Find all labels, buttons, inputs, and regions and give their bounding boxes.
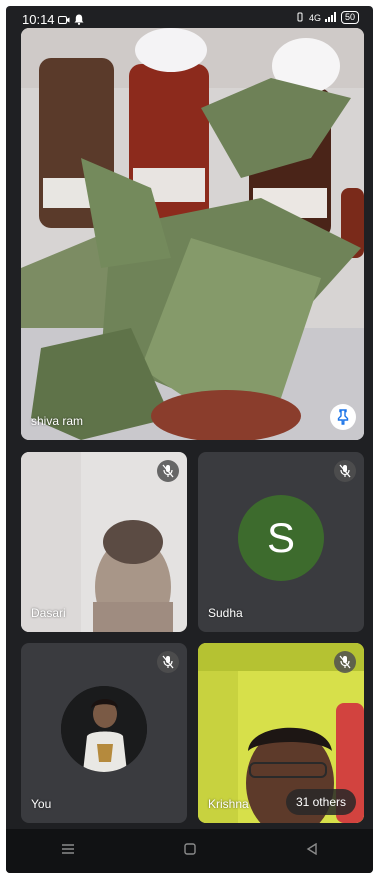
camera-status-icon: [58, 13, 70, 28]
status-time: 10:14: [22, 12, 55, 27]
participant-name-dasari: Dasari: [31, 606, 66, 620]
pin-button[interactable]: [330, 404, 356, 430]
recent-apps-icon[interactable]: [61, 842, 75, 860]
muted-mic-icon: [334, 651, 356, 673]
participant-tile-dasari[interactable]: Dasari: [21, 452, 187, 632]
participant-name-you: You: [31, 797, 52, 811]
notification-icon: [74, 13, 84, 28]
you-avatar: [61, 686, 147, 772]
pin-icon: [337, 409, 349, 425]
main-video-image: [21, 28, 364, 440]
sudha-avatar-initial: S: [266, 514, 295, 561]
meet-screen: 10:14 4G 50 shiva ram Dasari S Sudha You…: [6, 6, 373, 873]
system-nav-bar: [6, 829, 373, 873]
vibrate-icon: [295, 12, 305, 24]
back-icon[interactable]: [306, 842, 318, 860]
main-video-tile[interactable]: shiva ram: [21, 28, 364, 440]
participant-name-sudha: Sudha: [208, 606, 243, 620]
participant-tile-krishna[interactable]: Krishna 31 others: [198, 643, 364, 823]
participant-name-main: shiva ram: [31, 414, 84, 428]
network-type: 4G: [308, 12, 321, 23]
muted-mic-icon: [334, 460, 356, 482]
sudha-avatar: S: [238, 495, 324, 581]
others-count-button[interactable]: 31 others: [285, 789, 356, 815]
muted-mic-icon: [157, 460, 179, 482]
participant-tile-you[interactable]: You: [21, 643, 187, 823]
muted-mic-icon: [157, 651, 179, 673]
home-icon[interactable]: [184, 842, 197, 860]
signal-icon: [324, 11, 337, 24]
battery-indicator: 50: [340, 11, 359, 24]
participant-tile-sudha[interactable]: S Sudha: [198, 452, 364, 632]
participant-name-krishna: Krishna: [208, 797, 249, 811]
